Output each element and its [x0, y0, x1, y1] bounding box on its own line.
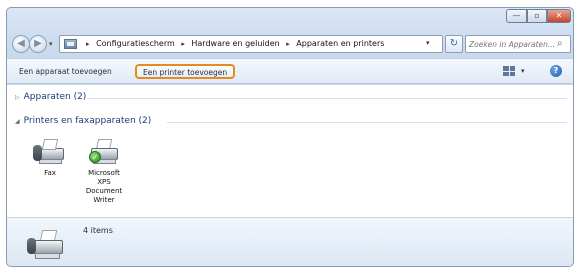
- search-input[interactable]: [469, 38, 555, 50]
- add-printer-button[interactable]: Een printer toevoegen: [135, 64, 236, 79]
- breadcrumb-separator[interactable]: ▸: [181, 40, 185, 48]
- view-dropdown-icon[interactable]: ▾: [521, 67, 525, 75]
- device-label: Fax: [44, 169, 56, 177]
- device-list: ▷ Apparaten (2) ◢ Printers en faxapparaten…: [7, 85, 573, 217]
- maximize-button[interactable]: ▫: [527, 9, 547, 23]
- search-icon[interactable]: ⌕: [557, 38, 563, 50]
- address-dropdown-icon[interactable]: ▾: [426, 39, 430, 47]
- group-header-apparaten[interactable]: ▷ Apparaten (2): [15, 91, 86, 103]
- control-panel-icon: [64, 39, 77, 49]
- breadcrumb: ▸ Configuratiescherm ▸ Hardware en gelui…: [82, 39, 384, 49]
- group-divider: [87, 98, 567, 99]
- default-check-icon: ✓: [89, 151, 101, 163]
- breadcrumb-item-hardware[interactable]: Hardware en geluiden: [191, 39, 279, 48]
- search-box[interactable]: ⌕: [465, 35, 571, 53]
- minimize-button[interactable]: —: [506, 9, 527, 23]
- forward-arrow-icon[interactable]: ▶: [29, 35, 47, 53]
- breadcrumb-item-configuratiescherm[interactable]: Configuratiescherm: [96, 39, 175, 48]
- expand-arrow-icon[interactable]: ▷: [15, 94, 20, 101]
- details-pane: 4 items: [7, 217, 573, 266]
- device-item-fax[interactable]: Fax: [23, 137, 77, 178]
- device-item-xps-writer[interactable]: ✓ Microsoft XPS Document Writer: [77, 137, 131, 205]
- group-header-printers[interactable]: ◢ Printers en faxapparaten (2): [15, 115, 151, 127]
- fax-icon: [33, 137, 67, 167]
- explorer-window: — ▫ ✕ ◀ ▶ ▾ ▸ Configuratiescherm ▸ Hardw…: [6, 7, 574, 267]
- group-label-apparaten: Apparaten (2): [23, 92, 87, 102]
- breadcrumb-separator[interactable]: ▸: [86, 40, 90, 48]
- navigation-bar: ◀ ▶ ▾ ▸ Configuratiescherm ▸ Hardware en…: [7, 32, 573, 56]
- address-bar[interactable]: ▸ Configuratiescherm ▸ Hardware en gelui…: [59, 35, 443, 53]
- history-dropdown-icon[interactable]: ▾: [49, 40, 53, 48]
- device-label: Microsoft XPS Document Writer: [85, 169, 123, 204]
- command-bar: Een apparaat toevoegen Een printer toevo…: [7, 58, 573, 84]
- printer-fax-icon: [27, 228, 65, 264]
- group-divider: [167, 122, 567, 123]
- title-bar: — ▫ ✕: [7, 8, 573, 30]
- collapse-arrow-icon[interactable]: ◢: [15, 118, 20, 125]
- add-device-button[interactable]: Een apparaat toevoegen: [13, 64, 118, 79]
- breadcrumb-item-apparaten-printers[interactable]: Apparaten en printers: [296, 39, 384, 48]
- view-options-icon[interactable]: [503, 66, 515, 76]
- group-label-printers: Printers en faxapparaten (2): [23, 116, 152, 126]
- printer-icon: ✓: [87, 137, 121, 167]
- help-icon[interactable]: ?: [550, 65, 562, 77]
- item-count: 4 items: [83, 226, 113, 235]
- close-button[interactable]: ✕: [547, 9, 571, 23]
- back-arrow-icon[interactable]: ◀: [12, 35, 30, 53]
- breadcrumb-separator[interactable]: ▸: [286, 40, 290, 48]
- refresh-icon[interactable]: ↻: [445, 35, 463, 53]
